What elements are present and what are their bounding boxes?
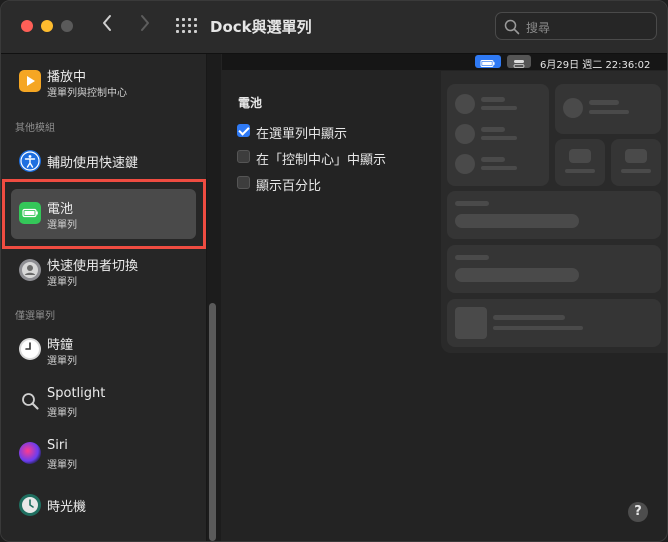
search-placeholder: 搜尋 xyxy=(526,21,551,35)
control-center-preview xyxy=(441,71,667,353)
preview-card xyxy=(447,299,661,347)
help-button[interactable]: ? xyxy=(628,502,648,522)
sidebar-item-label: Spotlight xyxy=(47,386,106,401)
menubar-control-center-icon xyxy=(507,55,531,68)
checkbox[interactable] xyxy=(237,124,250,137)
sidebar-scrollbar-thumb[interactable] xyxy=(209,303,216,541)
sidebar-item-time-machine[interactable]: 時光機 xyxy=(11,481,196,531)
sidebar-item-label: 播放中 xyxy=(47,70,87,85)
search-icon xyxy=(504,19,520,39)
sidebar-item-now-playing[interactable]: 播放中 選單列與控制中心 xyxy=(11,57,196,107)
search-input[interactable]: 搜尋 xyxy=(495,12,657,40)
menubar-battery-icon xyxy=(475,55,501,68)
content-title: 電池 xyxy=(238,96,263,110)
accessibility-icon xyxy=(19,150,41,172)
sidebar-item-label: Siri xyxy=(47,438,68,453)
checkbox[interactable] xyxy=(237,150,250,163)
sidebar-item-battery[interactable]: 電池 選單列 xyxy=(11,189,196,239)
zoom-button[interactable] xyxy=(61,20,73,32)
preview-card xyxy=(447,84,549,186)
show-all-grid-icon[interactable] xyxy=(176,18,197,36)
option-label: 顯示百分比 xyxy=(256,179,322,194)
sidebar-item-spotlight[interactable]: Spotlight 選單列 xyxy=(11,377,196,427)
sidebar-item-fast-user-switching[interactable]: 快速使用者切換 選單列 xyxy=(11,246,196,296)
sidebar-item-sublabel: 選單列 xyxy=(47,220,77,231)
title-bar: Dock與選單列 搜尋 xyxy=(1,1,667,54)
sidebar-item-sublabel: 選單列與控制中心 xyxy=(47,88,127,99)
option-label: 在選單列中顯示 xyxy=(256,127,348,142)
sidebar-item-sublabel: 選單列 xyxy=(47,277,77,288)
close-button[interactable] xyxy=(21,20,33,32)
checkbox[interactable] xyxy=(237,176,250,189)
preview-card xyxy=(555,139,605,186)
section-header-menu-bar-only: 僅選單列 xyxy=(15,311,55,322)
user-icon xyxy=(19,259,41,281)
window: Dock與選單列 搜尋 播放中 選單列與控制中心 其他模組 輔助使用快速鍵 電池… xyxy=(0,0,668,542)
time-machine-icon xyxy=(19,494,41,516)
window-title: Dock與選單列 xyxy=(210,18,312,36)
magnifier-icon xyxy=(19,390,41,412)
sidebar-item-label: 電池 xyxy=(47,202,74,217)
play-icon xyxy=(19,70,41,92)
sidebar-item-sublabel: 選單列 xyxy=(47,408,77,419)
sidebar-item-sublabel: 選單列 xyxy=(47,356,77,367)
sidebar-item-sublabel: 選單列 xyxy=(47,460,77,471)
preview-card xyxy=(447,191,661,239)
menubar-clock: 6月29日 週二 22:36:02 xyxy=(540,60,651,71)
preview-card xyxy=(611,139,661,186)
back-arrow-icon[interactable] xyxy=(101,13,113,39)
sidebar-item-label: 時光機 xyxy=(47,500,87,515)
sidebar-item-label: 快速使用者切換 xyxy=(47,259,139,274)
sidebar-item-label: 時鐘 xyxy=(47,338,74,353)
siri-icon xyxy=(19,442,41,464)
preview-card xyxy=(555,84,661,134)
sidebar-item-accessibility[interactable]: 輔助使用快速鍵 xyxy=(11,137,196,187)
clock-icon xyxy=(19,338,41,360)
preview-card xyxy=(447,245,661,293)
forward-arrow-icon[interactable] xyxy=(139,13,151,39)
option-label: 在「控制中心」中顯示 xyxy=(256,153,387,168)
sidebar-item-siri[interactable]: Siri 選單列 xyxy=(11,429,196,479)
sidebar-item-label: 輔助使用快速鍵 xyxy=(47,156,139,171)
minimize-button[interactable] xyxy=(41,20,53,32)
sidebar-item-clock[interactable]: 時鐘 選單列 xyxy=(11,325,196,375)
battery-icon xyxy=(19,202,41,224)
section-header-other-modules: 其他模組 xyxy=(15,123,55,134)
